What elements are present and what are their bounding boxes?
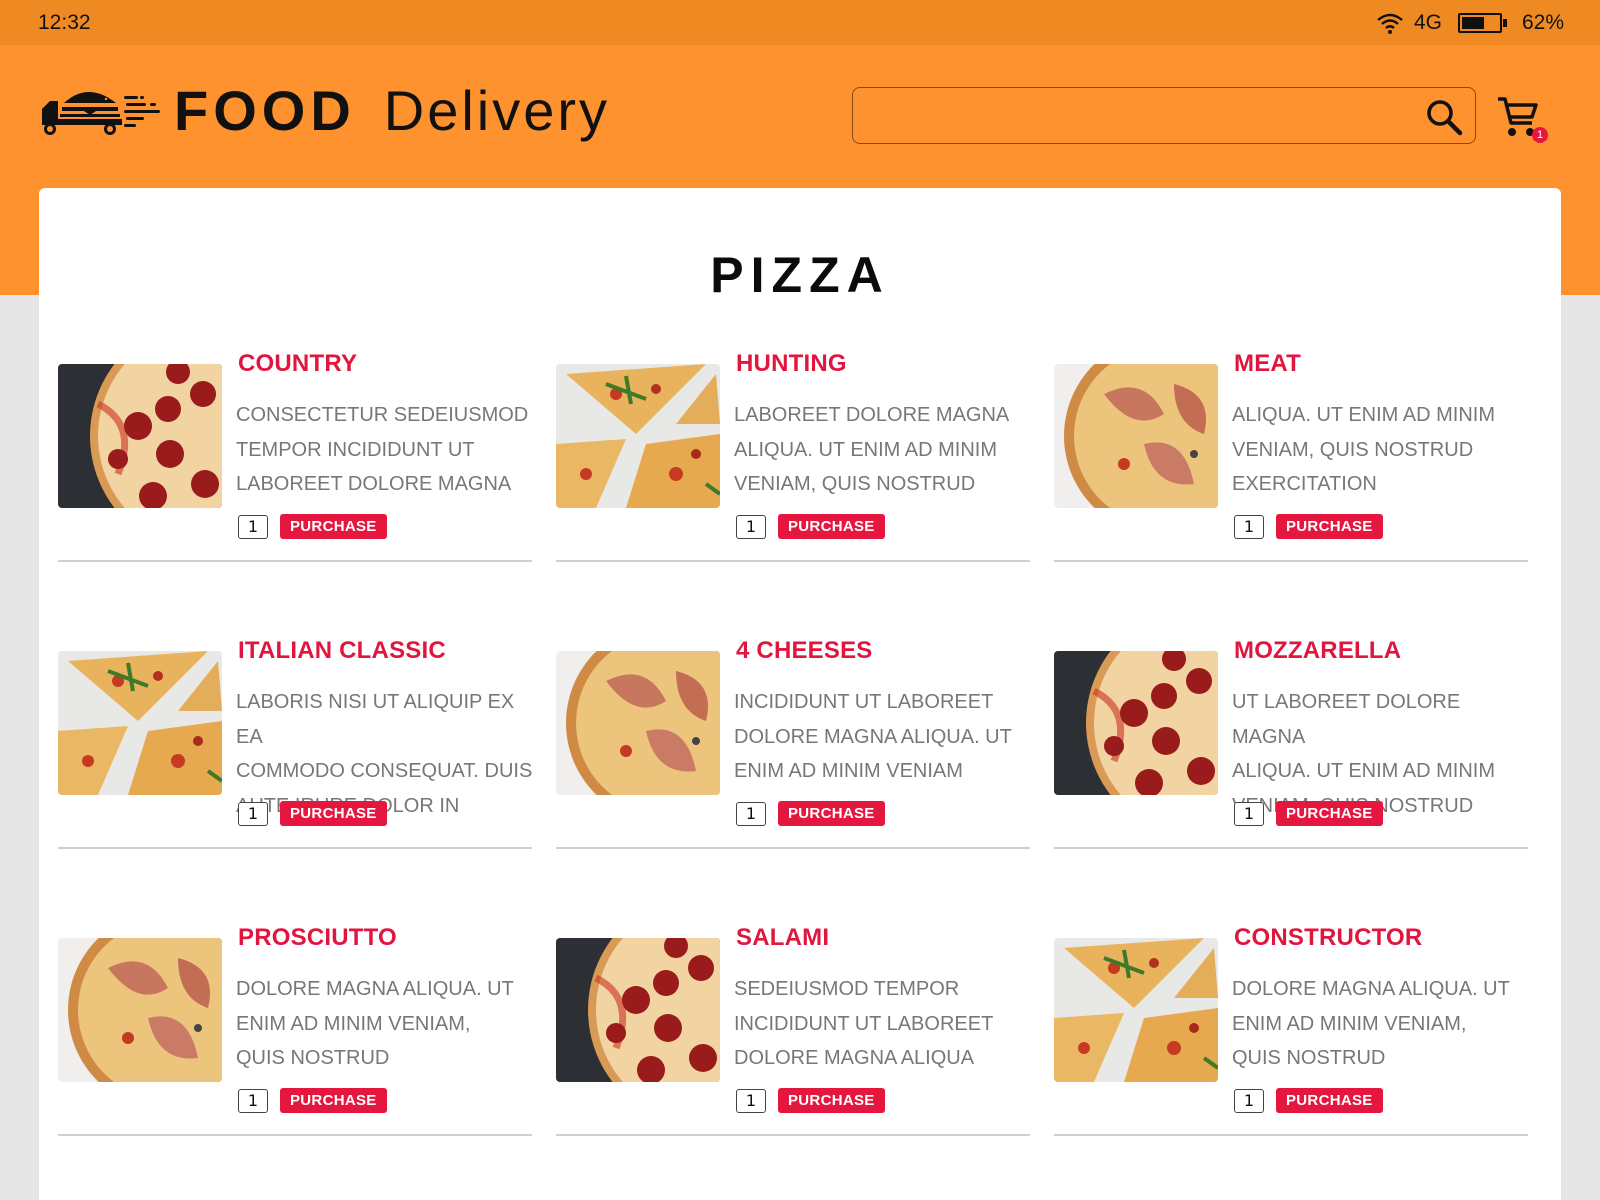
quantity-input[interactable]: [1234, 514, 1264, 539]
product-actions: PURCHASE: [1234, 1088, 1383, 1113]
pepperoni-pizza-dark-image: [556, 938, 720, 1082]
purchase-button[interactable]: PURCHASE: [778, 1088, 885, 1113]
product-actions: PURCHASE: [736, 514, 885, 539]
pizza-slices-arugula-image: [556, 364, 720, 508]
card-divider: [58, 1134, 532, 1136]
quantity-input[interactable]: [238, 801, 268, 826]
search-box: [852, 87, 1476, 144]
cart-button[interactable]: 1: [1496, 95, 1548, 143]
quantity-input[interactable]: [1234, 801, 1264, 826]
status-bar: 12:32 4G 62%: [0, 0, 1600, 45]
product-image[interactable]: [58, 364, 222, 508]
quantity-input[interactable]: [736, 1088, 766, 1113]
network-type: 4G: [1413, 10, 1442, 34]
search-icon[interactable]: [1425, 98, 1463, 136]
prosciutto-pizza-image: [1054, 364, 1218, 508]
product-description: SEDEIUSMOD TEMPOR INCIDIDUNT UT LABOREET…: [734, 978, 994, 1069]
product-image[interactable]: [556, 938, 720, 1082]
product-title: ITALIAN CLASSIC: [238, 637, 446, 664]
product-card-mozzarella: MOZZARELLA UT LABOREET DOLORE MAGNA ALIQ…: [1054, 637, 1528, 911]
product-actions: PURCHASE: [1234, 801, 1383, 826]
card-divider: [58, 560, 532, 562]
product-actions: PURCHASE: [1234, 514, 1383, 539]
product-image[interactable]: [1054, 651, 1218, 795]
product-card-constructor: CONSTRUCTOR DOLORE MAGNA ALIQUA. UT ENIM…: [1054, 924, 1528, 1198]
product-actions: PURCHASE: [238, 801, 387, 826]
battery-percent: 62%: [1521, 10, 1564, 34]
product-title: PROSCIUTTO: [238, 924, 397, 951]
purchase-button[interactable]: PURCHASE: [1276, 1088, 1383, 1113]
product-description: ALIQUA. UT ENIM AD MINIM VENIAM, QUIS NO…: [1232, 404, 1495, 495]
pizza-slices-arugula-image: [58, 651, 222, 795]
pepperoni-pizza-dark-image: [1054, 651, 1218, 795]
product-image[interactable]: [556, 651, 720, 795]
product-card-salami: SALAMI SEDEIUSMOD TEMPOR INCIDIDUNT UT L…: [556, 924, 1030, 1198]
purchase-button[interactable]: PURCHASE: [280, 801, 387, 826]
quantity-input[interactable]: [736, 801, 766, 826]
brand-name: FOOD Delivery: [174, 83, 610, 139]
cart-badge: 1: [1532, 127, 1548, 143]
product-card-hunting: HUNTING LABOREET DOLORE MAGNA ALIQUA. UT…: [556, 350, 1030, 624]
card-divider: [556, 560, 1030, 562]
pepperoni-pizza-dark-image: [58, 364, 222, 508]
product-image[interactable]: [1054, 938, 1218, 1082]
pizza-slices-arugula-image: [1054, 938, 1218, 1082]
card-divider: [1054, 560, 1528, 562]
product-image[interactable]: [58, 938, 222, 1082]
product-actions: PURCHASE: [238, 514, 387, 539]
product-description: INCIDIDUNT UT LABOREET DOLORE MAGNA ALIQ…: [734, 691, 1012, 782]
product-actions: PURCHASE: [736, 801, 885, 826]
wifi-icon: [1377, 13, 1403, 34]
product-description: LABOREET DOLORE MAGNA ALIQUA. UT ENIM AD…: [734, 404, 1010, 495]
battery-fill: [1461, 16, 1485, 29]
product-title: COUNTRY: [238, 350, 358, 377]
battery-icon: [1457, 12, 1507, 33]
purchase-button[interactable]: PURCHASE: [778, 514, 885, 539]
product-card-meat: MEAT ALIQUA. UT ENIM AD MINIM VENIAM, QU…: [1054, 350, 1528, 624]
main-content: PIZZA COUNTRY CONSECTETUR SEDEIUSMOD TEM…: [39, 188, 1561, 1200]
product-title: SALAMI: [736, 924, 830, 951]
purchase-button[interactable]: PURCHASE: [778, 801, 885, 826]
card-divider: [1054, 847, 1528, 849]
card-divider: [1054, 1134, 1528, 1136]
product-image[interactable]: [58, 651, 222, 795]
product-description: DOLORE MAGNA ALIQUA. UT ENIM AD MINIM VE…: [236, 978, 514, 1069]
product-description: CONSECTETUR SEDEIUSMOD TEMPOR INCIDIDUNT…: [236, 404, 529, 495]
brand-name-bold: FOOD: [174, 79, 356, 142]
quantity-input[interactable]: [238, 1088, 268, 1113]
card-divider: [556, 1134, 1030, 1136]
quantity-input[interactable]: [736, 514, 766, 539]
status-time: 12:32: [38, 10, 91, 34]
product-image[interactable]: [1054, 364, 1218, 508]
brand-name-light: Delivery: [383, 79, 611, 142]
purchase-button[interactable]: PURCHASE: [1276, 801, 1383, 826]
quantity-input[interactable]: [238, 514, 268, 539]
product-description: DOLORE MAGNA ALIQUA. UT ENIM AD MINIM VE…: [1232, 978, 1510, 1069]
prosciutto-pizza-image: [556, 651, 720, 795]
product-card-prosciutto: PROSCIUTTO DOLORE MAGNA ALIQUA. UT ENIM …: [58, 924, 532, 1198]
status-indicators: 4G 62%: [1376, 11, 1564, 35]
product-actions: PURCHASE: [238, 1088, 387, 1113]
product-title: HUNTING: [736, 350, 847, 377]
product-image[interactable]: [556, 364, 720, 508]
purchase-button[interactable]: PURCHASE: [1276, 514, 1383, 539]
product-title: MEAT: [1234, 350, 1302, 377]
search-input[interactable]: [853, 88, 1475, 143]
page-title: PIZZA: [710, 247, 890, 303]
brand-logo[interactable]: FOOD Delivery: [40, 81, 610, 141]
product-title: MOZZARELLA: [1234, 637, 1402, 664]
delivery-truck-burger-icon: [42, 92, 160, 135]
product-card-4-cheeses: 4 CHEESES INCIDIDUNT UT LABOREET DOLORE …: [556, 637, 1030, 911]
card-divider: [556, 847, 1030, 849]
prosciutto-pizza-image: [58, 938, 222, 1082]
product-actions: PURCHASE: [736, 1088, 885, 1113]
purchase-button[interactable]: PURCHASE: [280, 1088, 387, 1113]
card-divider: [58, 847, 532, 849]
quantity-input[interactable]: [1234, 1088, 1264, 1113]
product-card-italian-classic: ITALIAN CLASSIC LABORIS NISI UT ALIQUIP …: [58, 637, 532, 911]
purchase-button[interactable]: PURCHASE: [280, 514, 387, 539]
product-title: CONSTRUCTOR: [1234, 924, 1423, 951]
product-card-country: COUNTRY CONSECTETUR SEDEIUSMOD TEMPOR IN…: [58, 350, 532, 624]
product-title: 4 CHEESES: [736, 637, 873, 664]
